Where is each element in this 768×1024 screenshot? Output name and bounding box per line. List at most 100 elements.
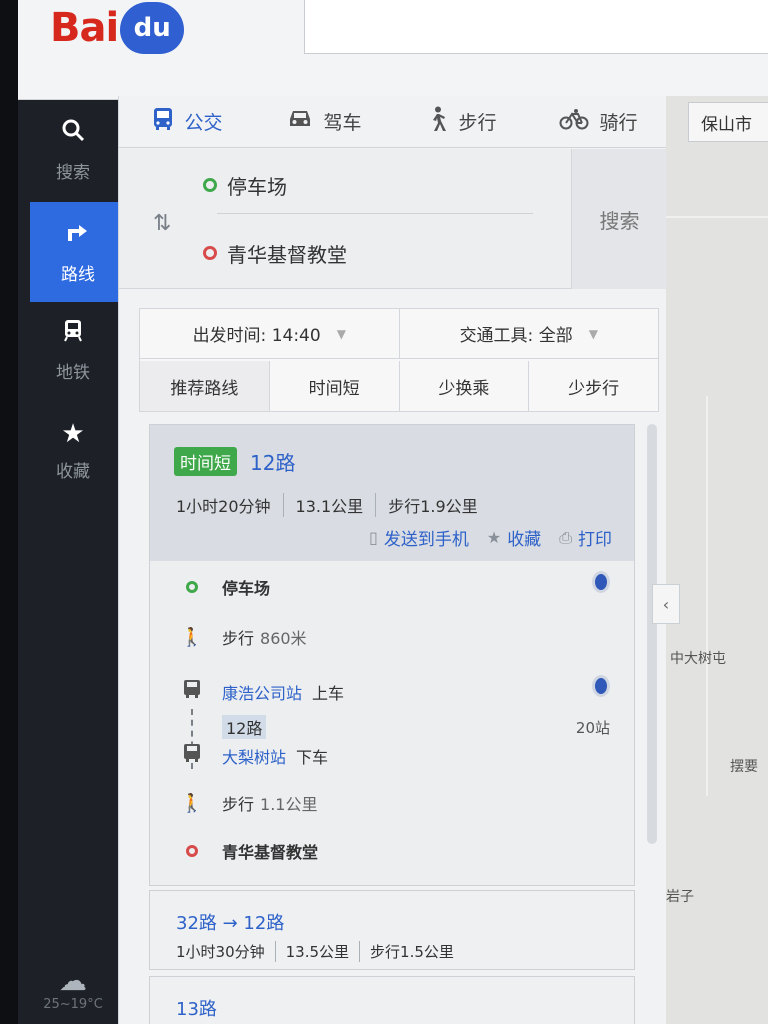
end-dot-icon bbox=[186, 845, 198, 857]
route-2-walk: 步行1.5公里 bbox=[359, 941, 464, 962]
step-walk-1-label: 步行 bbox=[222, 629, 255, 648]
map-road bbox=[666, 216, 768, 218]
depart-time-label: 出发时间: 14:40 bbox=[192, 326, 321, 346]
star-icon: ★ bbox=[486, 528, 502, 547]
transport-mode-tabs: 公交 驾车 步行 骑行 bbox=[119, 96, 667, 148]
locate-pin-icon[interactable] bbox=[592, 675, 610, 697]
print-button[interactable]: ⎙ 打印 bbox=[559, 525, 612, 551]
route-card-3[interactable]: 13路 bbox=[149, 976, 635, 1024]
route-3-name[interactable]: 13路 bbox=[176, 995, 217, 1021]
route-2-duration: 1小时30分钟 bbox=[176, 943, 265, 961]
route-card-header: 时间短 12路 1小时20分钟 13.1公里 步行1.9公里 ▯ 发送到手机 ★… bbox=[150, 425, 634, 561]
map-label: 岩子 bbox=[666, 889, 694, 905]
map-label: 中大树屯 bbox=[670, 651, 726, 667]
end-dot-icon bbox=[203, 246, 217, 260]
step-walk-1: 🚶 步行 860米 bbox=[180, 625, 620, 649]
step-walk-1-distance: 860米 bbox=[260, 629, 307, 648]
car-icon bbox=[287, 108, 313, 136]
map-area[interactable]: 保山市 ‹ 中大树屯 摆要 岩子 bbox=[652, 96, 768, 1024]
nav-subway[interactable]: 地铁 bbox=[18, 300, 128, 400]
nav-subway-label: 地铁 bbox=[56, 363, 90, 383]
bus-icon bbox=[180, 679, 204, 704]
tab-drive-label: 驾车 bbox=[323, 112, 362, 134]
printer-icon: ⎙ bbox=[559, 527, 572, 547]
nav-route-label: 路线 bbox=[61, 265, 95, 285]
fastest-badge: 时间短 bbox=[174, 447, 237, 476]
bus-line-tag[interactable]: 12路 bbox=[222, 715, 267, 739]
end-field[interactable]: 青华基督教堂 bbox=[203, 225, 523, 281]
step-alight: 大梨树站 下车 bbox=[180, 743, 620, 768]
transport-label: 交通工具: 全部 bbox=[459, 326, 573, 346]
start-dot-icon bbox=[203, 178, 217, 192]
option-less-walking[interactable]: 少步行 bbox=[529, 361, 658, 411]
tab-bus[interactable]: 公交 bbox=[119, 96, 256, 147]
tab-bike[interactable]: 骑行 bbox=[530, 96, 667, 147]
subway-icon bbox=[60, 317, 86, 350]
route-icon bbox=[65, 219, 91, 252]
board-station-link[interactable]: 康浩公司站 bbox=[222, 680, 302, 704]
send-to-phone-button[interactable]: ▯ 发送到手机 bbox=[369, 525, 469, 550]
send-to-phone-label: 发送到手机 bbox=[383, 530, 469, 550]
left-nav: 搜索 路线 地铁 ★ 收藏 ☁ 25~19°C bbox=[18, 100, 128, 1024]
cloud-icon: ☁ bbox=[59, 964, 87, 997]
nav-favorites-label: 收藏 bbox=[56, 461, 90, 482]
weather-temp: 25~19°C bbox=[43, 997, 103, 1012]
tab-bike-label: 骑行 bbox=[599, 112, 638, 134]
alight-action: 下车 bbox=[296, 747, 329, 767]
nav-search[interactable]: 搜索 bbox=[18, 100, 128, 200]
tab-walk[interactable]: 步行 bbox=[393, 96, 530, 147]
city-selector[interactable]: 保山市 bbox=[688, 102, 768, 142]
locate-pin-icon[interactable] bbox=[592, 571, 610, 593]
route-2-distance: 13.5公里 bbox=[274, 941, 359, 962]
nav-favorites[interactable]: ★ 收藏 bbox=[18, 400, 128, 500]
swap-icon[interactable]: ⇅ bbox=[153, 211, 171, 236]
search-button[interactable]: 搜索 bbox=[571, 149, 667, 289]
option-fewer-transfers[interactable]: 少换乘 bbox=[400, 361, 530, 411]
step-end: 青华基督教堂 bbox=[180, 839, 620, 863]
option-shortest-time[interactable]: 时间短 bbox=[270, 361, 400, 411]
alight-station-link[interactable]: 大梨树站 bbox=[222, 744, 286, 768]
route-distance: 13.1公里 bbox=[282, 493, 376, 517]
board-action: 上车 bbox=[312, 683, 345, 703]
route-2-name[interactable]: 32路 → 12路 bbox=[176, 909, 284, 935]
option-recommended[interactable]: 推荐路线 bbox=[140, 361, 270, 411]
stop-count: 20站 bbox=[575, 719, 610, 737]
walk-icon bbox=[426, 106, 448, 138]
tab-walk-label: 步行 bbox=[458, 112, 497, 134]
route-meta: 1小时20分钟 13.1公里 步行1.9公里 bbox=[176, 493, 490, 517]
collapse-panel-button[interactable]: ‹ bbox=[652, 584, 680, 624]
start-field-value: 停车场 bbox=[227, 174, 287, 199]
favorite-button[interactable]: ★ 收藏 bbox=[487, 525, 541, 550]
bus-icon bbox=[180, 743, 204, 768]
nav-search-label: 搜索 bbox=[56, 163, 90, 183]
logo-paw-du: du bbox=[120, 2, 185, 54]
search-icon bbox=[60, 117, 86, 150]
bike-icon bbox=[559, 108, 589, 136]
top-search-box[interactable] bbox=[304, 0, 768, 54]
route-duration: 1小时20分钟 bbox=[176, 497, 271, 516]
route-2-meta: 1小时30分钟 13.5公里 步行1.5公里 bbox=[176, 941, 464, 962]
nav-route[interactable]: 路线 bbox=[30, 202, 126, 302]
route-name[interactable]: 12路 bbox=[250, 447, 295, 476]
route-card-1[interactable]: 时间短 12路 1小时20分钟 13.1公里 步行1.9公里 ▯ 发送到手机 ★… bbox=[149, 424, 635, 886]
top-bar: Bai du 地图 bbox=[18, 0, 768, 1024]
depart-time-select[interactable]: 出发时间: 14:40 ▼ bbox=[140, 309, 400, 358]
phone-icon: ▯ bbox=[369, 528, 378, 547]
transport-select[interactable]: 交通工具: 全部 ▼ bbox=[400, 309, 659, 358]
weather-widget[interactable]: ☁ 25~19°C bbox=[18, 964, 128, 1024]
tab-drive[interactable]: 驾车 bbox=[256, 96, 393, 147]
baidu-map-logo[interactable]: Bai du 地图 bbox=[50, 0, 768, 1024]
panel-scrollbar[interactable] bbox=[647, 424, 657, 844]
map-road bbox=[706, 396, 708, 796]
step-walk-2-distance: 1.1公里 bbox=[260, 795, 318, 814]
chevron-down-icon: ▼ bbox=[336, 326, 346, 341]
route-actions: ▯ 发送到手机 ★ 收藏 ⎙ 打印 bbox=[351, 525, 612, 551]
chevron-down-icon: ▼ bbox=[588, 326, 598, 341]
logo-text-bai: Bai bbox=[50, 5, 119, 51]
print-label: 打印 bbox=[578, 530, 612, 550]
route-filters: 出发时间: 14:40 ▼ 交通工具: 全部 ▼ 推荐路线 时间短 少换乘 少步… bbox=[139, 308, 659, 412]
route-walk: 步行1.9公里 bbox=[375, 493, 489, 517]
walk-icon: 🚶 bbox=[180, 792, 204, 814]
start-field[interactable]: 停车场 bbox=[203, 157, 523, 213]
route-card-2[interactable]: 32路 → 12路 1小时30分钟 13.5公里 步行1.5公里 bbox=[149, 890, 635, 970]
